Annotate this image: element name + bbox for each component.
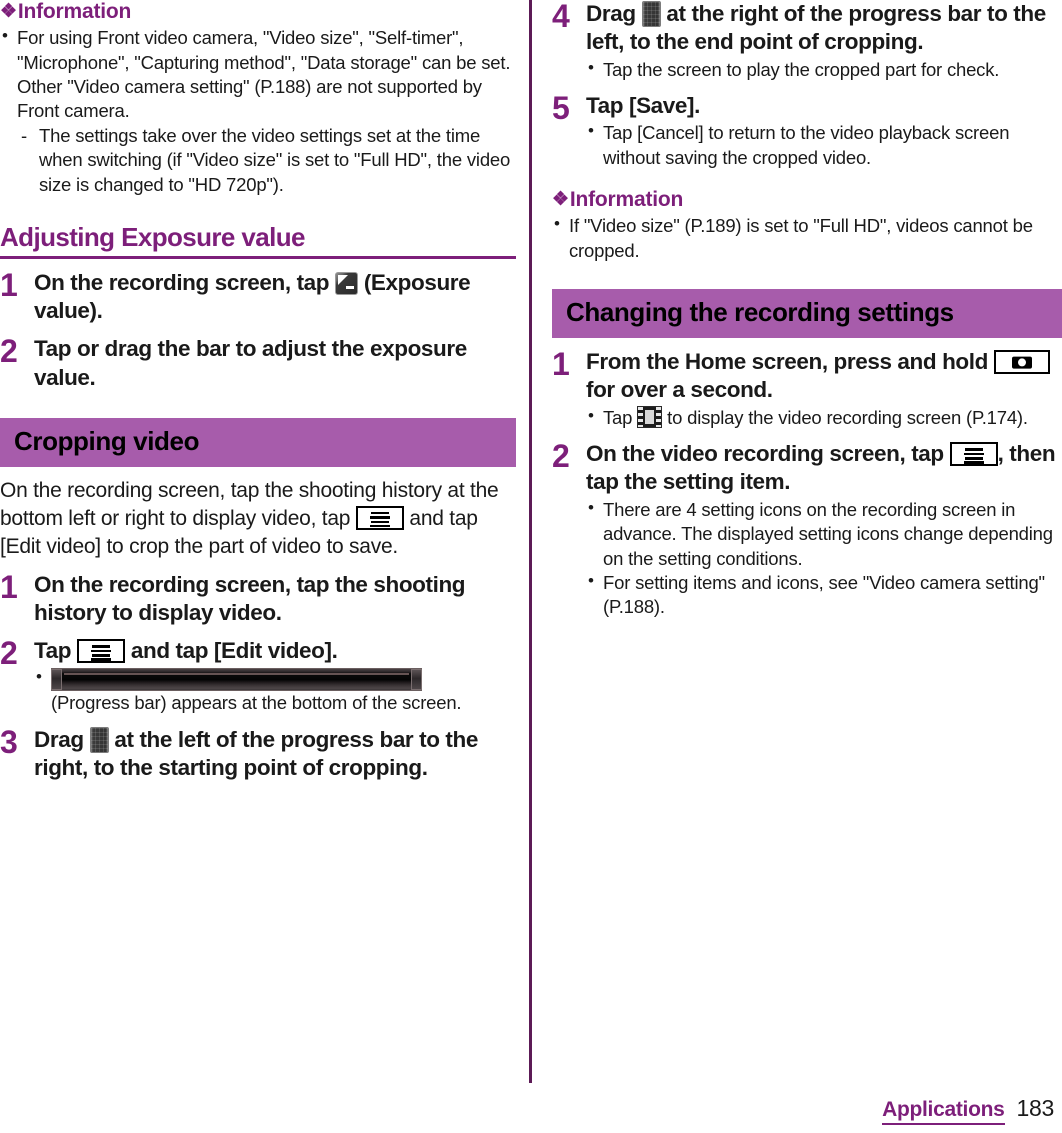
list-item: Tap the screen to play the cropped part …	[586, 57, 1062, 82]
section-title: Adjusting Exposure value	[0, 223, 516, 259]
diamond-icon: ❖	[552, 189, 569, 211]
step-2-settings: 2 On the video recording screen, tap , t…	[552, 440, 1062, 620]
section-adjusting-exposure-value: Adjusting Exposure value 1 On the record…	[0, 223, 516, 392]
section-changing-recording-settings: Changing the recording settings 1 From t…	[552, 289, 1062, 620]
step-number: 2	[552, 438, 570, 475]
information-heading-label: Information	[17, 0, 132, 23]
information-block-2: ❖Information If "Video size" (P.189) is …	[552, 188, 1062, 263]
menu-icon	[355, 505, 404, 530]
step-number: 1	[0, 266, 18, 303]
list-item: Tap [Cancel] to return to the video play…	[586, 120, 1062, 170]
progress-bar-screenshot	[51, 668, 422, 692]
step-title: Tap [Save].	[586, 93, 700, 119]
step-number: 4	[552, 0, 570, 34]
drag-handle-icon	[89, 726, 109, 753]
step-4-cropping: 4 Drag at the right of the progress bar …	[552, 0, 1062, 82]
menu-icon	[949, 442, 998, 467]
section-band-title: Cropping video	[0, 417, 516, 467]
information-bullet-list: For using Front video camera, "Video siz…	[0, 25, 516, 124]
step-1-settings: 1 From the Home screen, press and hold f…	[552, 348, 1062, 430]
information-heading: ❖ Information	[0, 0, 516, 24]
step-note-list: Tap [Cancel] to return to the video play…	[586, 120, 1062, 170]
column-divider	[529, 0, 532, 1083]
step-1-exposure: 1 On the recording screen, tap (Exposure…	[0, 266, 516, 326]
film-strip-icon	[637, 405, 663, 428]
step-title: Tap or drag the bar to adjust the exposu…	[34, 336, 467, 390]
section-cropping-video: Cropping video On the recording screen, …	[0, 417, 516, 783]
list-item: (Progress bar) appears at the bottom of …	[34, 666, 516, 716]
step-1-cropping: 1 On the recording screen, tap the shoot…	[0, 568, 516, 628]
step-text-before: Drag	[34, 726, 84, 752]
step-number: 1	[0, 568, 18, 605]
information-block-1: ❖Information For using Front video camer…	[0, 0, 516, 197]
footer-page-number: 183	[1016, 1095, 1055, 1121]
step-title: On the recording screen, tap (Exposure v…	[34, 269, 516, 326]
step-note-list: There are 4 setting icons on the recordi…	[586, 497, 1062, 620]
step-note-list: Tap the screen to play the cropped part …	[586, 57, 1062, 82]
step-note-list: (Progress bar) appears at the bottom of …	[34, 666, 516, 716]
note-text-before: Tap	[603, 406, 633, 428]
list-item: There are 4 setting icons on the recordi…	[586, 497, 1062, 571]
list-item: For using Front video camera, "Video siz…	[0, 25, 516, 124]
step-text-before: On the recording screen, tap	[34, 269, 330, 295]
step-3-cropping: 3 Drag at the left of the progress bar t…	[0, 723, 516, 783]
step-number: 2	[0, 333, 18, 370]
step-title: Drag at the left of the progress bar to …	[34, 726, 516, 783]
left-column: ❖Information For using Front video camer…	[0, 0, 516, 782]
menu-icon	[77, 639, 125, 664]
step-number: 5	[552, 90, 570, 127]
list-item: Tap to display the video recording scree…	[586, 405, 1062, 430]
step-note-list: Tap to display the video recording scree…	[586, 405, 1062, 430]
step-number: 1	[552, 346, 570, 382]
list-item: For setting items and icons, see "Video …	[586, 570, 1062, 620]
step-number: 3	[0, 723, 18, 760]
right-column: 4 Drag at the right of the progress bar …	[552, 0, 1062, 620]
exposure-value-icon	[334, 271, 358, 295]
step-number: 2	[0, 635, 18, 672]
page-footer: Applications 183	[882, 1095, 1054, 1125]
information-bullet-list: If "Video size" (P.189) is set to "Full …	[552, 213, 1062, 263]
step-title: Tap and tap [Edit video].	[34, 637, 516, 665]
step-2-exposure: 2 Tap or drag the bar to adjust the expo…	[0, 335, 516, 392]
list-item: The settings take over the video setting…	[17, 124, 516, 197]
camera-key-icon	[993, 350, 1050, 374]
list-item: If "Video size" (P.189) is set to "Full …	[552, 213, 1062, 263]
step-title: From the Home screen, press and hold for…	[586, 348, 1062, 405]
step-5-cropping: 5 Tap [Save]. Tap [Cancel] to return to …	[552, 92, 1062, 170]
step-title: On the video recording screen, tap , the…	[586, 440, 1062, 497]
section-band-title: Changing the recording settings	[552, 289, 1062, 338]
step-2-cropping: 2 Tap and tap [Edit video]. (Progress ba…	[0, 637, 516, 715]
step-text-before: From the Home screen, press and hold	[586, 349, 988, 374]
section-intro-paragraph: On the recording screen, tap the shootin…	[0, 477, 516, 561]
information-heading-label: Information	[569, 188, 684, 212]
information-subbullet-list: The settings take over the video setting…	[0, 124, 516, 197]
information-heading: ❖ Information	[552, 188, 1062, 212]
note-text-after: to display the video recording screen (P…	[667, 406, 1028, 428]
diamond-icon: ❖	[0, 1, 17, 22]
step-title: Drag at the right of the progress bar to…	[586, 0, 1062, 57]
step-text-after: for over a second.	[586, 377, 773, 403]
step-title: On the recording screen, tap the shootin…	[34, 571, 466, 625]
step-text-before: Tap	[34, 638, 72, 664]
drag-handle-icon	[641, 1, 661, 27]
footer-chapter-label: Applications	[882, 1098, 1005, 1125]
step-text-before: Drag	[586, 1, 636, 26]
step-text-before: On the video recording screen, tap	[586, 441, 944, 467]
manual-page: ❖Information For using Front video camer…	[0, 0, 1062, 1133]
step-text-after: and tap [Edit video].	[130, 638, 338, 664]
step-note-text: (Progress bar) appears at the bottom of …	[51, 692, 462, 714]
